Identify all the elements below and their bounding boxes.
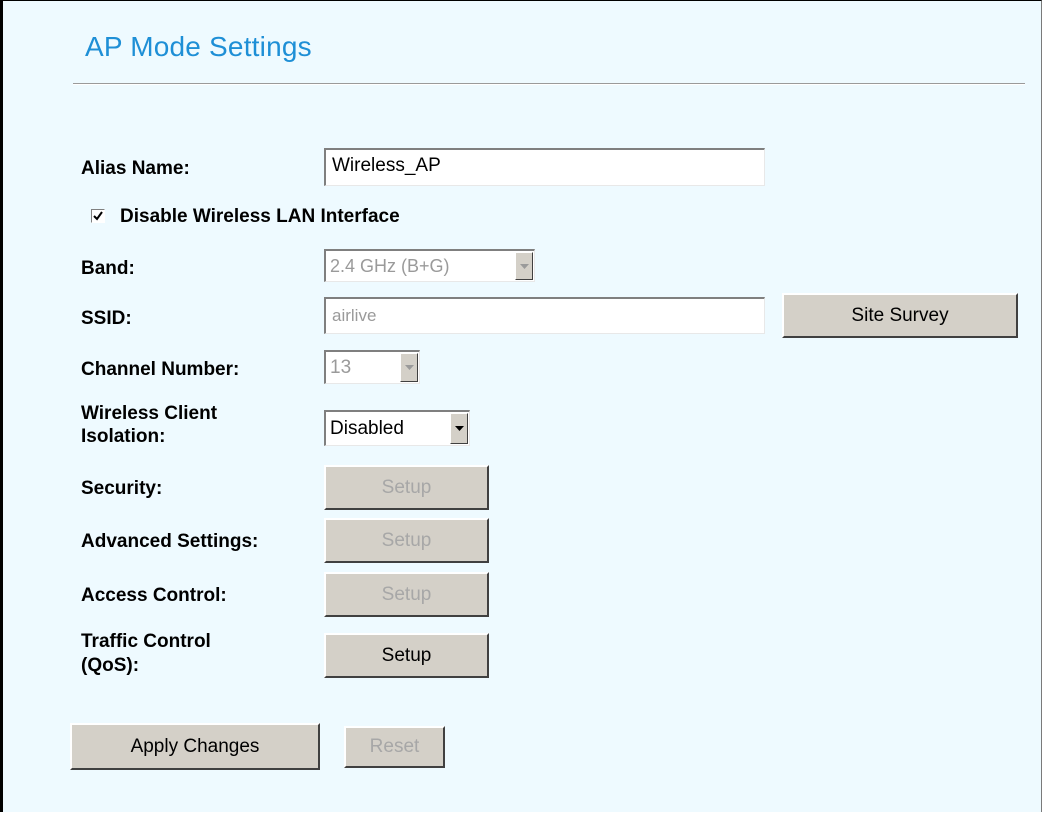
- ssid-input[interactable]: airlive: [324, 297, 765, 334]
- advanced-settings-label: Advanced Settings:: [81, 531, 259, 552]
- advanced-settings-setup-button[interactable]: Setup: [324, 518, 489, 563]
- channel-number-value: 13: [330, 356, 352, 378]
- isolation-select-value: Disabled: [330, 417, 404, 439]
- access-control-label: Access Control:: [81, 585, 227, 606]
- ssid-label: SSID:: [81, 308, 132, 329]
- channel-number-label: Channel Number:: [81, 359, 240, 380]
- channel-number-select[interactable]: 13: [324, 350, 420, 384]
- site-survey-button[interactable]: Site Survey: [782, 293, 1018, 338]
- disable-wlan-checkbox[interactable]: [91, 209, 105, 223]
- traffic-control-label-line2: (QoS):: [81, 655, 140, 676]
- alias-name-input[interactable]: Wireless_AP: [324, 148, 765, 186]
- alias-name-label: Alias Name:: [81, 158, 190, 179]
- isolation-label-line2: Isolation:: [81, 426, 166, 447]
- chevron-down-icon: [450, 413, 468, 444]
- settings-panel: AP Mode Settings Alias Name: Wireless_AP…: [0, 0, 1042, 812]
- security-setup-button[interactable]: Setup: [324, 465, 489, 510]
- reset-button[interactable]: Reset: [344, 726, 445, 768]
- traffic-control-label-line1: Traffic Control: [81, 631, 211, 652]
- title-divider: [73, 83, 1025, 85]
- page-title: AP Mode Settings: [85, 31, 312, 62]
- checkmark-icon: [93, 211, 103, 221]
- apply-changes-button[interactable]: Apply Changes: [70, 723, 320, 770]
- isolation-label-line1: Wireless Client: [81, 403, 218, 424]
- security-label: Security:: [81, 478, 163, 499]
- band-label: Band:: [81, 258, 135, 279]
- access-control-setup-button[interactable]: Setup: [324, 572, 489, 617]
- chevron-down-icon: [400, 353, 418, 382]
- disable-wlan-label: Disable Wireless LAN Interface: [120, 206, 400, 227]
- isolation-select[interactable]: Disabled: [324, 410, 470, 446]
- chevron-down-icon: [515, 252, 533, 280]
- traffic-control-setup-button[interactable]: Setup: [324, 633, 489, 678]
- band-select-value: 2.4 GHz (B+G): [330, 255, 450, 276]
- band-select[interactable]: 2.4 GHz (B+G): [324, 249, 535, 282]
